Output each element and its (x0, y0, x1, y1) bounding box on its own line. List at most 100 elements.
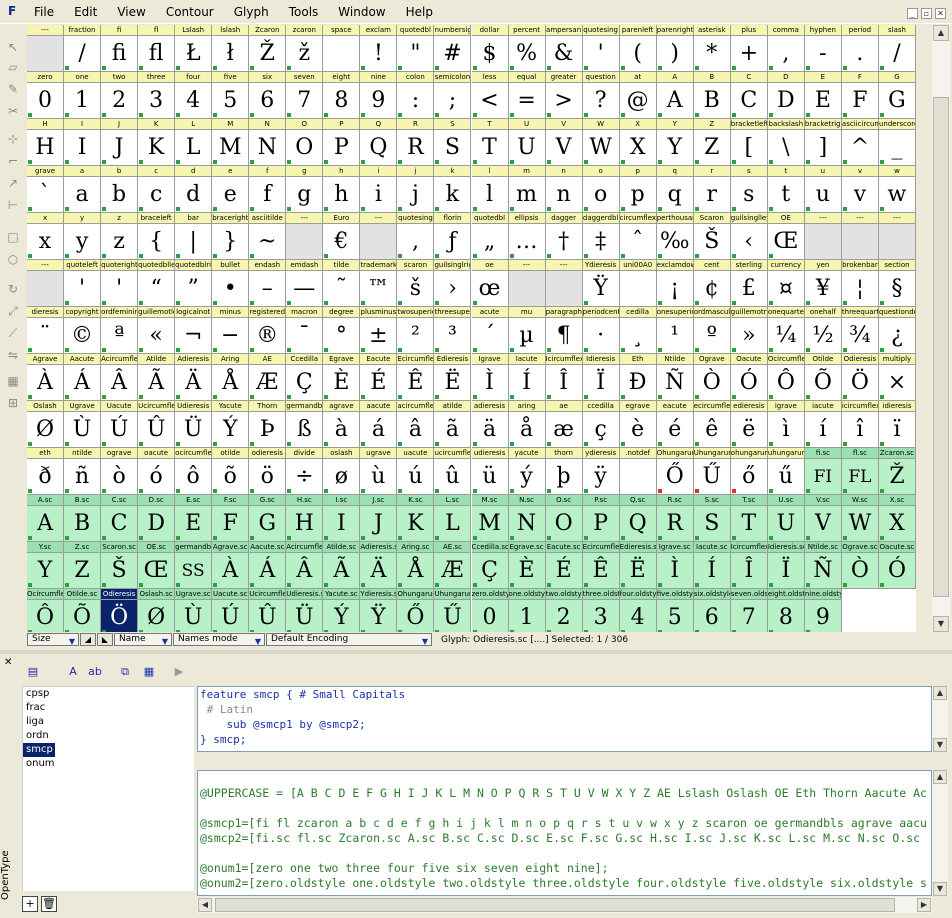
glyph-cell[interactable]: H (286, 506, 324, 542)
kern-icon[interactable]: ⊞ (5, 396, 21, 410)
eraser-icon[interactable]: ▱ (5, 60, 21, 74)
glyph-cell[interactable]: j (397, 177, 435, 213)
glyph-cell[interactable]: ë (730, 412, 768, 448)
glyph-cell[interactable]: Õ (64, 600, 102, 632)
scroll-up-icon[interactable]: ▲ (933, 770, 947, 784)
font-ab-icon[interactable]: ab (86, 663, 104, 681)
glyph-cell[interactable]: B (64, 506, 102, 542)
glyph-cell[interactable]: ™ (360, 271, 398, 307)
glyph-cell[interactable]: þ (545, 459, 583, 495)
menu-tools[interactable]: Tools (289, 5, 319, 19)
glyph-cell[interactable]: 3 (138, 83, 176, 119)
glyph-cell[interactable]: Ó (878, 553, 916, 589)
glyph-cell[interactable]: d (175, 177, 213, 213)
opentype-tab[interactable]: OpenType (0, 820, 16, 900)
glyph-cell[interactable] (27, 36, 65, 72)
scroll-down-icon[interactable]: ▼ (933, 882, 947, 896)
feature-item-frac[interactable]: frac (23, 701, 47, 715)
glyph-cell[interactable]: ê (693, 412, 731, 448)
glyph-cell[interactable]: 0 (27, 83, 65, 119)
glyph-cell[interactable]: v (841, 177, 879, 213)
glyph-cell[interactable]: 8 (767, 600, 805, 632)
glyph-cell[interactable]: ¬ (175, 318, 213, 354)
glyph-cell[interactable]: Å (212, 365, 250, 401)
glyph-cell[interactable]: ‡ (582, 224, 620, 260)
glyph-cell[interactable] (619, 459, 657, 495)
glyph-cell[interactable]: ì (767, 412, 805, 448)
glyph-cell[interactable]: Ô (27, 600, 65, 632)
validate-icon[interactable]: ▦ (140, 663, 158, 681)
scroll-down-icon[interactable]: ▼ (933, 616, 949, 632)
glyph-cell[interactable]: ü (471, 459, 509, 495)
glyph-cell[interactable]: V (804, 506, 842, 542)
glyph-cell[interactable]: Ý (323, 600, 361, 632)
glyph-cell[interactable]: š (397, 271, 435, 307)
add-feature-button[interactable]: + (22, 896, 38, 912)
glyph-cell[interactable]: ) (656, 36, 694, 72)
glyph-cell[interactable]: „ (471, 224, 509, 260)
glyph-cell[interactable]: ï (878, 412, 916, 448)
glyph-cell[interactable]: G (878, 83, 916, 119)
glyph-cell[interactable]: Ê (397, 365, 435, 401)
glyph-cell[interactable]: Û (249, 600, 287, 632)
classes-code-editor[interactable]: @UPPERCASE = [A B C D E F G H I J K L M … (197, 770, 932, 896)
glyph-cell[interactable]: Ű (434, 600, 472, 632)
glyph-cell[interactable]: ˆ (619, 224, 657, 260)
glyph-cell[interactable]: Í (508, 365, 546, 401)
glyph-cell[interactable]: t (767, 177, 805, 213)
glyph-cell[interactable]: É (360, 365, 398, 401)
glyph-cell[interactable]: ÷ (286, 459, 324, 495)
glyph-cell[interactable]: 2 (545, 600, 583, 632)
glyph-cell[interactable]: | (175, 224, 213, 260)
glyph-cell[interactable] (508, 271, 546, 307)
glyph-cell[interactable]: ¿ (878, 318, 916, 354)
glyph-cell[interactable]: § (878, 271, 916, 307)
glyph-cell[interactable]: p (619, 177, 657, 213)
glyph-cell[interactable]: T (471, 130, 509, 166)
glyph-cell[interactable]: Ô (767, 365, 805, 401)
glyph-cell[interactable]: ö (249, 459, 287, 495)
glyph-cell[interactable]: ; (434, 83, 472, 119)
menu-help[interactable]: Help (406, 5, 433, 19)
glyph-cell[interactable]: ^ (841, 130, 879, 166)
glyph-cell[interactable]: k (434, 177, 472, 213)
glyph-cell[interactable]: Q (360, 130, 398, 166)
glyph-cell[interactable]: Ã (323, 553, 361, 589)
scroll-down-icon[interactable]: ▼ (933, 738, 947, 752)
glyph-cell[interactable]: u (804, 177, 842, 213)
glyph-cell[interactable]: Ú (101, 412, 139, 448)
glyph-cell[interactable]: » (730, 318, 768, 354)
glyph-cell[interactable]: – (249, 271, 287, 307)
glyph-cell[interactable]: Û (138, 412, 176, 448)
glyph-cell[interactable]: y (64, 224, 102, 260)
glyph-cell[interactable]: s (730, 177, 768, 213)
glyph-cell[interactable]: ¤ (767, 271, 805, 307)
glyph-cell[interactable]: ý (508, 459, 546, 495)
glyph-cell[interactable]: ¢ (693, 271, 731, 307)
glyph-cell[interactable]: * (693, 36, 731, 72)
glyph-cell[interactable]: & (545, 36, 583, 72)
glyph-cell[interactable]: m (508, 177, 546, 213)
menu-view[interactable]: View (117, 5, 145, 19)
glyph-cell[interactable]: U (508, 130, 546, 166)
encoding-select[interactable]: Default Encoding ▼ (266, 633, 432, 646)
glyph-cell[interactable]: 4 (619, 600, 657, 632)
glyph-cell[interactable]: _ (878, 130, 916, 166)
pointer-icon[interactable]: ↖ (5, 40, 21, 54)
glyph-cell[interactable]: Œ (138, 553, 176, 589)
glyph-cell[interactable]: ' (64, 271, 102, 307)
glyph-cell[interactable] (841, 224, 879, 260)
glyph-cell[interactable]: / (878, 36, 916, 72)
glyph-cell[interactable] (360, 224, 398, 260)
corner-point-icon[interactable]: ⌐ (5, 154, 21, 168)
flip-icon[interactable]: ⇋ (5, 348, 21, 362)
glyph-cell[interactable]: Í (693, 553, 731, 589)
glyph-cell[interactable]: Ó (730, 365, 768, 401)
glyph-cell[interactable]: â (397, 412, 435, 448)
glyph-cell[interactable]: z (101, 224, 139, 260)
glyph-cell[interactable]: = (508, 83, 546, 119)
glyph-cell[interactable]: Ë (619, 553, 657, 589)
glyph-cell[interactable]: FL (841, 459, 879, 495)
glyph-cell[interactable]: À (27, 365, 65, 401)
glyph-cell[interactable]: 7 (730, 600, 768, 632)
